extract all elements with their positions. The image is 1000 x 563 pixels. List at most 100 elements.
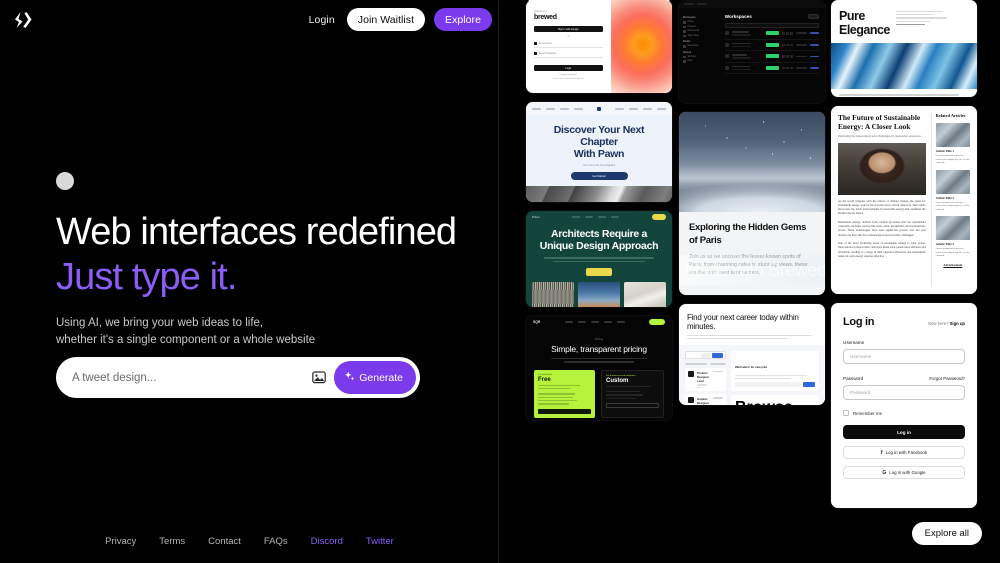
- table-row[interactable]: [724, 28, 819, 40]
- pricing-custom-cta[interactable]: [606, 402, 659, 408]
- workspace-body: Workspace Home Projects Documents Team C…: [679, 8, 825, 103]
- sidebar-item-documents[interactable]: Documents: [683, 30, 719, 33]
- gallery-card-pricing[interactable]: SQR Pricing Simple, transparent pricing …: [526, 316, 672, 420]
- made-with-brewed-watermark: Made with Brewed: [679, 255, 825, 285]
- sidebar-item-home[interactable]: Home: [683, 21, 719, 24]
- careers-subtext: [687, 335, 817, 340]
- gallery-card-workspace[interactable]: Workspace Home Projects Documents Team C…: [679, 0, 825, 103]
- careers-result-meta: [685, 363, 726, 365]
- gallery-card-pawn[interactable]: Discover Your Next Chapter With Pawn You…: [526, 102, 672, 202]
- list-item[interactable]: Article Title 2 Lorem ipsum dolor sit am…: [935, 169, 970, 212]
- gallery-card-architects[interactable]: Prime Architects Require a Unique Design…: [526, 211, 672, 307]
- username-label: Username: [843, 340, 865, 345]
- sidebar-item-resources[interactable]: Resources: [683, 45, 719, 48]
- architects-cta-button[interactable]: [586, 268, 612, 276]
- brewed-gradient-art: [610, 0, 672, 93]
- generate-button[interactable]: Generate: [334, 361, 416, 394]
- code-slash-logo[interactable]: [11, 9, 35, 31]
- related-thumbnail: [935, 216, 970, 241]
- brewed-password-field[interactable]: Enter Password: [534, 52, 603, 58]
- login-submit-button[interactable]: Log in: [843, 425, 965, 439]
- energy-sidebar-title: Related Articles: [935, 113, 966, 118]
- footer-links: Privacy Terms Contact FAQs Discord Twitt…: [0, 536, 499, 547]
- sidebar-item-projects[interactable]: Projects: [683, 25, 719, 28]
- signup-link[interactable]: Sign up: [950, 321, 965, 326]
- energy-main-column: The Future of Sustainable Energy: A Clos…: [838, 113, 926, 287]
- google-icon: G: [882, 469, 887, 476]
- sidebar-item-settings[interactable]: Settings: [683, 55, 719, 58]
- brewed-email-field[interactable]: Enter Email: [534, 42, 603, 48]
- list-item[interactable]: Article Title 3 Lorem ipsum dolor sit am…: [935, 216, 970, 258]
- app-root: Login Join Waitlist Explore Web interfac…: [0, 0, 1000, 563]
- workspace-new-button[interactable]: [807, 14, 819, 19]
- prompt-input[interactable]: [56, 371, 309, 384]
- company-logo-icon: [688, 370, 694, 377]
- left-panel: Login Join Waitlist Explore Web interfac…: [0, 0, 499, 563]
- remember-me-row[interactable]: Remember me: [843, 410, 965, 416]
- list-item[interactable]: Product Designer Lead: [685, 367, 726, 392]
- pure-title: Pure Elegance: [839, 9, 890, 37]
- careers-alert-subscribe-button[interactable]: [803, 382, 815, 388]
- gallery-card-paris[interactable]: Exploring the Hidden Gems of Paris Join …: [679, 112, 825, 295]
- pawn-cta-button[interactable]: Get Started: [570, 172, 628, 180]
- list-item[interactable]: Article Title 1 Lorem ipsum dolor sit am…: [935, 123, 970, 165]
- gallery-card-careers[interactable]: Find your next career today within minut…: [679, 304, 825, 405]
- hero-section: Web interfaces redefined Just type it. U…: [56, 172, 476, 349]
- gallery-card-login[interactable]: Log in New here? Sign up Username Userna…: [831, 303, 977, 508]
- forgot-password-link[interactable]: Forgot Password?: [929, 376, 965, 381]
- table-row[interactable]: [724, 40, 819, 52]
- image-icon[interactable]: [308, 367, 330, 389]
- footer-link-discord[interactable]: Discord: [311, 536, 343, 547]
- login-signup-prompt: New here? Sign up: [928, 321, 965, 326]
- footer-link-faqs[interactable]: FAQs: [264, 536, 288, 547]
- pricing-plan-free[interactable]: For individuals Free: [534, 369, 595, 418]
- brewed-divider: or: [567, 35, 570, 38]
- footer-link-privacy[interactable]: Privacy: [105, 536, 136, 547]
- careers-panel: Product Designer Lead Graphic Designer S…: [679, 345, 825, 405]
- architects-image-row: [526, 276, 672, 307]
- gallery-card-pure-elegance[interactable]: Pure Elegance: [831, 0, 977, 97]
- pricing-nav-cta[interactable]: [648, 319, 665, 325]
- explore-all-button[interactable]: Explore all: [911, 522, 982, 545]
- sidebar-item-team-chat[interactable]: Team Chat: [683, 34, 719, 37]
- facebook-icon: f: [880, 449, 883, 456]
- explore-button[interactable]: Explore: [434, 8, 492, 31]
- sidebar-item-help[interactable]: Help: [683, 60, 719, 63]
- username-input[interactable]: Username: [843, 349, 965, 364]
- footer-link-terms[interactable]: Terms: [159, 536, 185, 547]
- careers-alert-email-input[interactable]: [734, 382, 801, 388]
- pawn-headline: Discover Your Next Chapter With Pawn: [553, 124, 645, 160]
- footer-link-twitter[interactable]: Twitter: [366, 536, 394, 547]
- table-row[interactable]: [724, 51, 819, 63]
- workspace-main: Workspaces: [723, 8, 825, 103]
- facebook-login-button[interactable]: f Log in with Facebook: [843, 446, 965, 459]
- pricing-free-cta[interactable]: [538, 408, 591, 414]
- pricing-headline: Simple, transparent pricing: [551, 344, 647, 354]
- gallery-card-brewed-login[interactable]: Welcome to brewed Sign in with Google or…: [526, 0, 672, 93]
- remember-me-label: Remember me: [853, 410, 883, 416]
- list-item[interactable]: Graphic Designer: [685, 394, 726, 405]
- login-header: Log in New here? Sign up: [843, 316, 965, 328]
- join-waitlist-button[interactable]: Join Waitlist: [346, 8, 426, 31]
- pricing-plan-custom[interactable]: For businesses and enterprise Custom: [601, 369, 664, 418]
- energy-deck: Exploring the innovations and challenges…: [838, 134, 921, 138]
- careers-search-button[interactable]: [711, 352, 723, 358]
- careers-search-input[interactable]: [685, 351, 726, 360]
- brewed-google-button[interactable]: Sign in with Google: [534, 26, 603, 32]
- pawn-navbar: [526, 102, 672, 115]
- google-login-button[interactable]: G Log in with Google: [843, 466, 965, 479]
- status-badge: [766, 54, 780, 59]
- architects-nav-cta[interactable]: [652, 213, 666, 220]
- brewed-brand: brewed: [534, 14, 557, 21]
- password-input[interactable]: Password: [843, 385, 965, 400]
- login-title: Log in: [843, 316, 875, 328]
- login-link[interactable]: Login: [306, 12, 338, 28]
- brewed-login-button[interactable]: Login: [534, 65, 603, 71]
- pawn-hero-image: [526, 186, 672, 202]
- remember-me-checkbox[interactable]: [843, 410, 849, 416]
- gallery-card-energy-article[interactable]: The Future of Sustainable Energy: A Clos…: [831, 106, 977, 294]
- energy-paragraph-1: As the world grapples with the effects o…: [838, 198, 926, 216]
- table-row[interactable]: [724, 63, 819, 75]
- footer-link-contact[interactable]: Contact: [208, 536, 241, 547]
- username-label-row: Username: [843, 340, 965, 345]
